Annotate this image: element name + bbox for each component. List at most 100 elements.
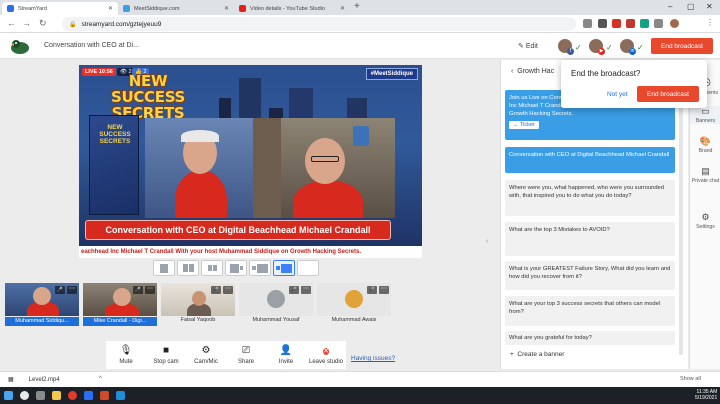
cast-icon[interactable] — [583, 19, 592, 28]
mic-off-icon[interactable]: 🎤 — [367, 286, 377, 294]
layout-full-button[interactable] — [273, 260, 295, 276]
banner-item[interactable]: What are your top 3 success secrets that… — [505, 296, 675, 326]
layout-sidebar-button[interactable] — [249, 260, 271, 276]
extension-icon[interactable] — [640, 19, 649, 28]
having-issues-link[interactable]: Having issues? — [351, 355, 395, 362]
default-avatar-icon — [267, 290, 285, 308]
broadcast-title: Conversation with CEO at Di... — [44, 42, 139, 49]
close-tab-icon[interactable]: ✕ — [340, 5, 345, 12]
url-input[interactable]: 🔒 streamyard.com/gztejyeuu9 — [62, 17, 576, 31]
camera-ext-icon[interactable] — [598, 19, 607, 28]
layout-solo-button[interactable] — [153, 260, 175, 276]
rail-label: Brand — [698, 148, 713, 154]
not-yet-button[interactable]: Not yet — [607, 91, 628, 98]
participant-tile[interactable]: 🎤 ⋯ Muhammad Yousaf — [239, 283, 313, 326]
tab-youtube-studio[interactable]: Video details - YouTube Studio ✕ — [234, 2, 350, 15]
app-icon[interactable] — [84, 391, 93, 400]
file-explorer-icon[interactable] — [52, 391, 61, 400]
more-options-icon[interactable]: ⋯ — [223, 286, 233, 294]
end-broadcast-button[interactable]: End broadcast — [651, 38, 713, 54]
participant-name: Mike Crandall - Digi... — [83, 317, 157, 326]
participant-tile[interactable]: 🎤 ⋯ Muhammad Awais — [317, 283, 391, 326]
ticker-label: Ticker — [519, 122, 535, 128]
search-icon[interactable] — [20, 391, 29, 400]
host-hair — [181, 130, 219, 142]
mic-off-icon[interactable]: 🎤 — [289, 286, 299, 294]
close-tab-icon[interactable]: ✕ — [224, 5, 229, 12]
invite-button[interactable]: 👤 Invite — [266, 341, 306, 369]
rail-settings[interactable]: ⚙ Settings — [690, 212, 720, 230]
banner-item[interactable]: Conversation with CEO at Digital Beachhe… — [505, 147, 675, 173]
leave-studio-button[interactable]: ✕ Leave studio — [306, 341, 346, 369]
banner-item[interactable]: What are you grateful for today? — [505, 331, 675, 345]
participant-tile[interactable]: 🎤 ⋯ Mike Crandall - Digi... — [83, 283, 157, 326]
chrome-icon[interactable] — [68, 391, 77, 400]
rail-brand[interactable]: 🎨 Brand — [690, 136, 720, 154]
create-banner-button[interactable]: + Create a banner — [510, 351, 564, 358]
download-item[interactable]: ▦ Level2.mp4 — [8, 376, 60, 383]
start-icon[interactable] — [4, 391, 13, 400]
rail-private-chat[interactable]: ▤ Private chat — [690, 166, 720, 184]
chevron-up-icon[interactable]: ^ — [99, 376, 102, 382]
browser-menu-icon[interactable]: ⋮ — [706, 18, 714, 27]
guest-video — [253, 118, 395, 218]
app-icon[interactable] — [116, 391, 125, 400]
mute-button[interactable]: 🎙 Mute — [106, 341, 146, 369]
mic-icon[interactable]: 🎤 — [133, 286, 143, 294]
more-options-icon[interactable]: ⋯ — [67, 286, 77, 294]
share-button[interactable]: ⎚ Share — [226, 341, 266, 369]
puzzle-icon[interactable] — [654, 19, 663, 28]
banner-item[interactable]: Where were you, what happened, who were … — [505, 180, 675, 216]
participant-name: Muhammad Yousaf — [252, 317, 300, 323]
youtube-favicon-icon — [239, 5, 246, 12]
rail-label: Settings — [696, 224, 715, 230]
banner-item[interactable]: What are the top 3 Mistakes to AVOID? — [505, 222, 675, 256]
maximize-icon[interactable]: ▢ — [687, 2, 695, 11]
system-clock[interactable]: 11:35 AM 5/19/2021 — [695, 389, 717, 401]
participant-name: Muhammad Siddiqu... — [5, 317, 79, 326]
tab-label: MeetSiddique.com — [134, 5, 180, 12]
participant-tile[interactable]: 🎤 ⋯ Muhammad Siddiqu... — [5, 283, 79, 326]
panel-header[interactable]: ‹ Growth Hac — [511, 68, 554, 75]
collapse-panel-icon[interactable]: ‹ — [486, 238, 488, 245]
mic-icon[interactable]: 🎤 — [211, 286, 221, 294]
new-tab-button[interactable]: + — [354, 1, 360, 12]
stage-ticker: eachhead Inc Michael T Crandall With you… — [79, 246, 422, 258]
profile-avatar[interactable] — [670, 19, 679, 28]
edit-button[interactable]: ✎ Edit — [518, 42, 538, 50]
extension-icon[interactable] — [626, 19, 635, 28]
extension-icon[interactable] — [612, 19, 621, 28]
more-options-icon[interactable]: ⋯ — [145, 286, 155, 294]
more-options-icon[interactable]: ⋯ — [301, 286, 311, 294]
layout-leader-button[interactable] — [225, 260, 247, 276]
layout-blank-button[interactable] — [297, 260, 319, 276]
dialog-title: End the broadcast? — [571, 69, 641, 78]
mic-icon[interactable]: 🎤 — [55, 286, 65, 294]
more-options-icon[interactable]: ⋯ — [379, 286, 389, 294]
close-tab-icon[interactable]: ✕ — [108, 5, 113, 12]
banner-item[interactable]: What is your GREATEST Failure Story, Wha… — [505, 261, 675, 290]
check-icon: ✓ — [575, 43, 582, 52]
back-icon[interactable]: ← — [7, 18, 16, 28]
participant-tile[interactable]: 🎤 ⋯ Faisal Yaqoob — [161, 283, 235, 326]
cam-mic-button[interactable]: ⚙ Cam/Mic — [186, 341, 226, 369]
palette-icon: 🎨 — [699, 136, 712, 146]
stop-cam-button[interactable]: ■ Stop cam — [146, 341, 186, 369]
forward-icon[interactable]: → — [22, 18, 31, 28]
layout-group-small-button[interactable] — [201, 260, 223, 276]
panel-scrollbar[interactable] — [679, 90, 683, 355]
tab-meetsiddique[interactable]: MeetSiddique.com ✕ — [118, 2, 234, 15]
close-window-icon[interactable]: ✕ — [706, 2, 713, 11]
reload-icon[interactable]: ↻ — [39, 18, 47, 29]
confirm-end-broadcast-button[interactable]: End broadcast — [637, 86, 699, 102]
task-view-icon[interactable] — [36, 391, 45, 400]
end-broadcast-dialog: End the broadcast? Not yet End broadcast — [561, 60, 707, 108]
browser-tab-bar: StreamYard ✕ MeetSiddique.com ✕ Video de… — [0, 0, 720, 15]
rail-banners[interactable]: ▭ Banners — [690, 106, 720, 124]
tab-streamyard[interactable]: StreamYard ✕ — [2, 2, 118, 15]
layout-group-button[interactable] — [177, 260, 199, 276]
show-all-button[interactable]: Show all — [680, 376, 701, 382]
app-icon[interactable] — [100, 391, 109, 400]
minimize-icon[interactable]: – — [668, 2, 672, 11]
participant-head — [33, 287, 51, 305]
